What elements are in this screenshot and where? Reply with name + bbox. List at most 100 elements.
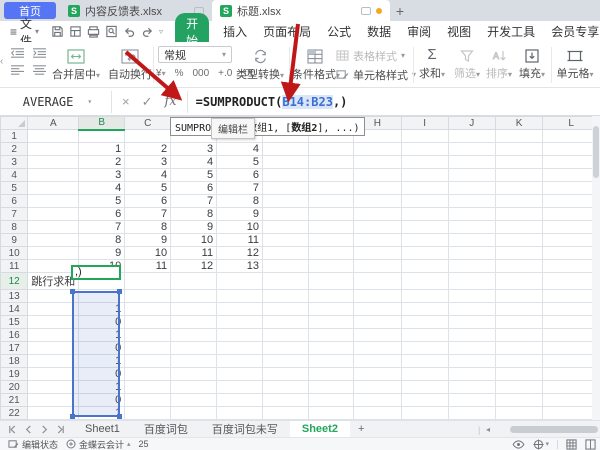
cell-F18[interactable] — [263, 355, 308, 368]
cell-J8[interactable] — [448, 221, 495, 234]
prev-sheet-icon[interactable] — [24, 425, 33, 434]
row-header-9[interactable]: 9 — [1, 234, 28, 247]
cell-L3[interactable] — [543, 156, 600, 169]
cell-G16[interactable] — [308, 329, 354, 342]
currency-button[interactable]: ¥▾ — [156, 68, 166, 79]
table-style-button[interactable]: 表格样式▾ — [336, 46, 416, 65]
cell-H15[interactable] — [354, 316, 401, 329]
row-header-20[interactable]: 20 — [1, 381, 28, 394]
cell-F19[interactable] — [263, 368, 308, 381]
cell-D2[interactable]: 3 — [171, 143, 217, 156]
row-header-8[interactable]: 8 — [1, 221, 28, 234]
cell-G13[interactable] — [308, 290, 354, 303]
cell-F21[interactable] — [263, 394, 308, 407]
cell-I16[interactable] — [401, 329, 448, 342]
decrease-indent-icon[interactable] — [10, 47, 25, 60]
cell-H9[interactable] — [354, 234, 401, 247]
align-left-icon[interactable] — [10, 64, 25, 77]
row-header-13[interactable]: 13 — [1, 290, 28, 303]
cell-E4[interactable]: 6 — [217, 169, 263, 182]
cell-A8[interactable] — [28, 221, 79, 234]
cell-I19[interactable] — [401, 368, 448, 381]
cell-K11[interactable] — [495, 260, 542, 273]
wrap-text-button[interactable]: 自动换行 — [106, 46, 154, 82]
cell-L8[interactable] — [543, 221, 600, 234]
cell-I1[interactable] — [401, 130, 448, 143]
cell-G12[interactable] — [308, 273, 354, 290]
cell-G22[interactable] — [308, 407, 354, 420]
row-header-18[interactable]: 18 — [1, 355, 28, 368]
cell-I3[interactable] — [401, 156, 448, 169]
selected-range-B14-B23[interactable] — [72, 291, 120, 417]
cell-J7[interactable] — [448, 208, 495, 221]
cell-F4[interactable] — [263, 169, 308, 182]
cell-L9[interactable] — [543, 234, 600, 247]
cell-K10[interactable] — [495, 247, 542, 260]
cell-B2[interactable]: 1 — [79, 143, 125, 156]
cell-E17[interactable] — [217, 342, 263, 355]
cell-I17[interactable] — [401, 342, 448, 355]
cell-L11[interactable] — [543, 260, 600, 273]
cell-E5[interactable]: 7 — [217, 182, 263, 195]
menu-tab[interactable]: 视图 — [439, 23, 479, 40]
increase-indent-icon[interactable] — [32, 47, 47, 60]
cell-I7[interactable] — [401, 208, 448, 221]
col-header-J[interactable]: J — [448, 117, 495, 130]
spreadsheet-grid[interactable]: ABCDEFGHIJKL1212343234543456545676567876… — [0, 116, 600, 420]
customize-toolbar-icon[interactable]: ▿ — [159, 27, 163, 36]
col-header-C[interactable]: C — [125, 117, 171, 130]
redo-icon[interactable] — [141, 25, 154, 38]
cell-D17[interactable] — [171, 342, 217, 355]
collapse-pane-icon[interactable]: ‹ — [0, 56, 3, 67]
cell-H13[interactable] — [354, 290, 401, 303]
cell-D18[interactable] — [171, 355, 217, 368]
cell-I10[interactable] — [401, 247, 448, 260]
cell-E21[interactable] — [217, 394, 263, 407]
cell-G14[interactable] — [308, 303, 354, 316]
name-box[interactable]: AVERAGE ▾ — [4, 91, 112, 113]
cell-L13[interactable] — [543, 290, 600, 303]
cell-J2[interactable] — [448, 143, 495, 156]
cell-J5[interactable] — [448, 182, 495, 195]
cell-H14[interactable] — [354, 303, 401, 316]
cell-I8[interactable] — [401, 221, 448, 234]
cell-C21[interactable] — [125, 394, 171, 407]
cell-F14[interactable] — [263, 303, 308, 316]
number-format-select[interactable]: 常规 ▾ — [158, 46, 232, 63]
cell-G7[interactable] — [308, 208, 354, 221]
cell-L14[interactable] — [543, 303, 600, 316]
cell-F20[interactable] — [263, 381, 308, 394]
cell-J9[interactable] — [448, 234, 495, 247]
cell-C11[interactable]: 11 — [125, 260, 171, 273]
merge-center-button[interactable]: 合并居中▾ — [48, 46, 104, 82]
cell-D14[interactable] — [171, 303, 217, 316]
cell-K12[interactable] — [495, 273, 542, 290]
cell-H11[interactable] — [354, 260, 401, 273]
cell-K2[interactable] — [495, 143, 542, 156]
cell-E16[interactable] — [217, 329, 263, 342]
cell-K1[interactable] — [495, 130, 542, 143]
cell-I22[interactable] — [401, 407, 448, 420]
row-header-10[interactable]: 10 — [1, 247, 28, 260]
save-icon[interactable] — [51, 25, 64, 38]
col-header-B[interactable]: B — [79, 117, 125, 130]
cell-A3[interactable] — [28, 156, 79, 169]
cell-E6[interactable]: 8 — [217, 195, 263, 208]
cell-I14[interactable] — [401, 303, 448, 316]
cell-H19[interactable] — [354, 368, 401, 381]
cell-H12[interactable] — [354, 273, 401, 290]
cloud-service-button[interactable]: 金蝶云会计 ▴ — [66, 438, 131, 450]
cell-H8[interactable] — [354, 221, 401, 234]
cell-B8[interactable]: 7 — [79, 221, 125, 234]
cell-F17[interactable] — [263, 342, 308, 355]
first-sheet-icon[interactable] — [8, 425, 17, 434]
col-header-A[interactable]: A — [28, 117, 79, 130]
sort-button[interactable]: A 排序▾ — [484, 45, 514, 81]
last-sheet-icon[interactable] — [56, 425, 65, 434]
cell-H20[interactable] — [354, 381, 401, 394]
cell-K14[interactable] — [495, 303, 542, 316]
add-sheet-button[interactable]: + — [350, 421, 372, 437]
row-header-15[interactable]: 15 — [1, 316, 28, 329]
cell-J16[interactable] — [448, 329, 495, 342]
percent-button[interactable]: % — [175, 68, 184, 79]
